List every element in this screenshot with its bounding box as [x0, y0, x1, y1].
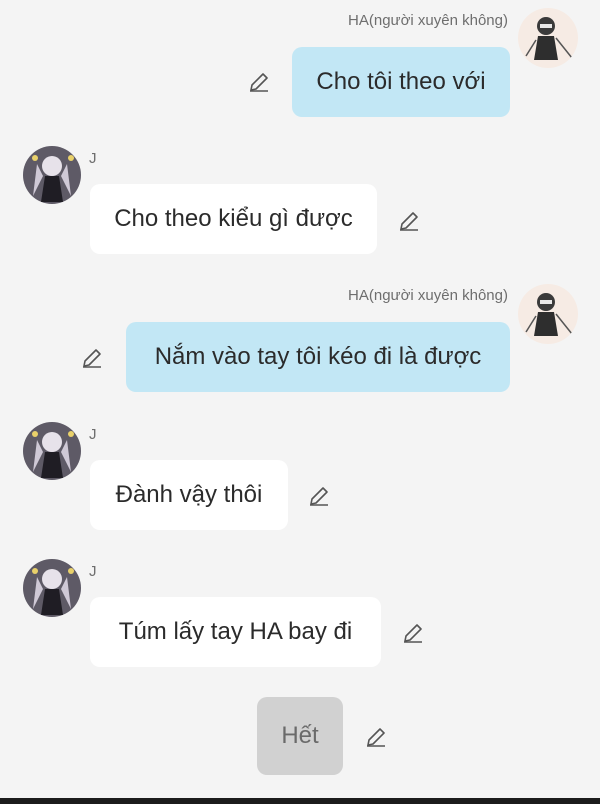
chat-thread: HA(người xuyên không) Cho tôi theo với J [0, 0, 600, 798]
message-bubble[interactable]: Đành vậy thôi [90, 460, 288, 530]
message-text: Cho tôi theo với [316, 68, 486, 95]
pencil-edit-icon[interactable] [80, 346, 104, 370]
pencil-edit-icon[interactable] [247, 70, 271, 94]
message-bubble[interactable]: Cho theo kiểu gì được [90, 184, 377, 254]
sender-name: HA(người xuyên không) [348, 287, 508, 304]
narration-bubble[interactable]: Hết [257, 697, 343, 775]
pencil-edit-icon[interactable] [364, 725, 388, 749]
pencil-edit-icon[interactable] [401, 621, 425, 645]
sender-name: HA(người xuyên không) [348, 12, 508, 29]
message-bubble[interactable]: Cho tôi theo với [292, 47, 510, 117]
bottom-edge-bar [0, 798, 600, 804]
j-avatar-icon[interactable] [23, 422, 81, 480]
j-avatar-icon[interactable] [23, 559, 81, 617]
ha-avatar-icon[interactable] [518, 284, 578, 344]
message-text: Túm lấy tay HA bay đi [118, 618, 353, 645]
j-avatar-icon[interactable] [23, 146, 81, 204]
message-text: Cho theo kiểu gì được [114, 205, 353, 232]
message-text: Hết [281, 722, 319, 749]
sender-name: J [89, 426, 97, 443]
pencil-edit-icon[interactable] [307, 484, 331, 508]
message-text: Nắm vào tay tôi kéo đi là được [154, 343, 482, 370]
ha-avatar-icon[interactable] [518, 8, 578, 68]
sender-name: J [89, 150, 97, 167]
message-text: Đành vậy thôi [115, 481, 263, 508]
message-bubble[interactable]: Túm lấy tay HA bay đi [90, 597, 381, 667]
message-bubble[interactable]: Nắm vào tay tôi kéo đi là được [126, 322, 510, 392]
pencil-edit-icon[interactable] [397, 209, 421, 233]
sender-name: J [89, 563, 97, 580]
